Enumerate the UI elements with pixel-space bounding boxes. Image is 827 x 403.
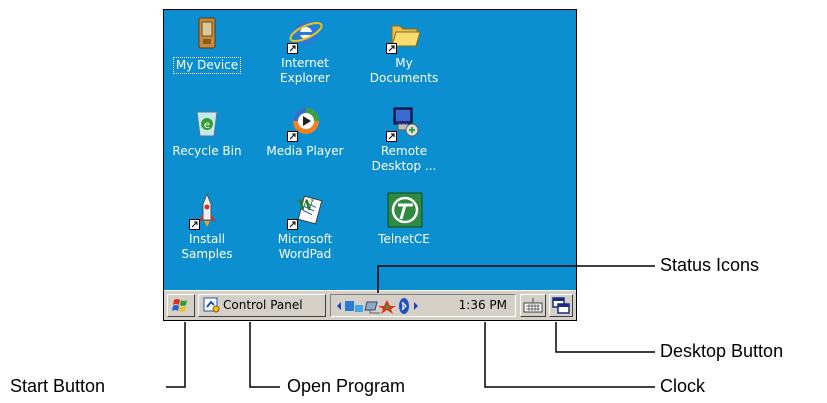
callout-start-button: Start Button: [10, 376, 106, 396]
callout-status-icons: Status Icons: [660, 255, 760, 275]
callout-open-program: Open Program: [287, 376, 406, 396]
callout-desktop-button: Desktop Button: [660, 341, 784, 361]
callout-clock: Clock: [660, 376, 706, 396]
